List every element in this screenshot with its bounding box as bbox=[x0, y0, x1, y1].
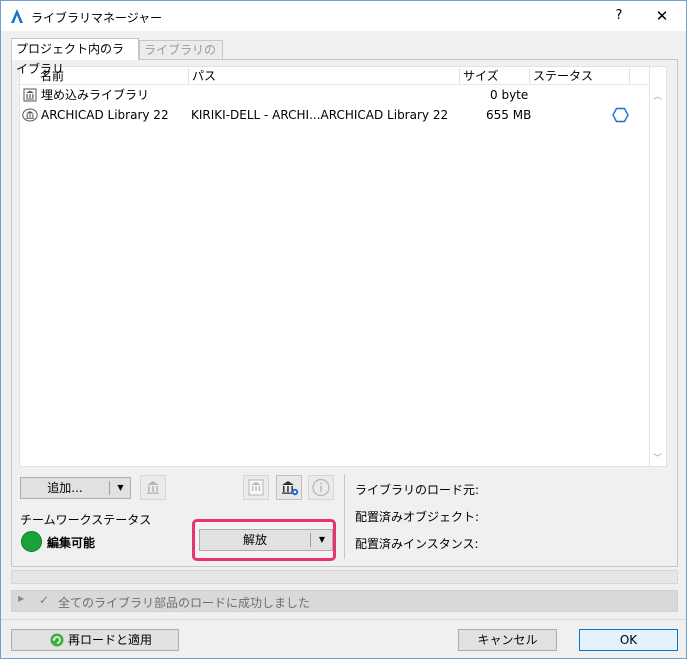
reload-icon bbox=[50, 633, 64, 647]
add-dropdown-arrow-icon[interactable]: ▼ bbox=[111, 478, 130, 498]
release-button[interactable]: 解放 ▼ bbox=[199, 529, 333, 551]
hexagon-status-icon bbox=[612, 107, 629, 123]
teamwork-status-label: チームワークステータス bbox=[20, 513, 152, 527]
scroll-up-icon[interactable]: ︿ bbox=[653, 89, 662, 102]
embedded-library-button[interactable] bbox=[243, 475, 269, 500]
status-text: 編集可能 bbox=[47, 536, 96, 550]
placed-objects-label: 配置済みオブジェクト: bbox=[355, 510, 480, 524]
scroll-down-icon[interactable]: ﹀ bbox=[653, 451, 662, 464]
placed-instances-label: 配置済みインスタンス: bbox=[355, 537, 479, 551]
split-divider bbox=[310, 533, 311, 547]
help-button[interactable]: ? bbox=[606, 5, 632, 27]
library-name: 埋め込みライブラリ bbox=[41, 88, 150, 102]
release-button-label: 解放 bbox=[242, 533, 267, 547]
window-title: ライブラリマネージャー bbox=[31, 11, 163, 25]
message-bar[interactable]: ▶ ✓ 全てのライブラリ部品のロードに成功しました bbox=[11, 590, 678, 612]
library-manager-window: ライブラリマネージャー ? ✕ プロジェクト内のライブラリ ライブラリの内容 名… bbox=[0, 0, 687, 659]
add-button[interactable]: 追加... ▼ bbox=[20, 477, 131, 499]
library-name: ARCHICAD Library 22 bbox=[41, 108, 169, 122]
ok-button[interactable]: OK bbox=[579, 629, 678, 651]
list-scrollbar[interactable]: ︿ ﹀ bbox=[650, 66, 667, 467]
check-icon: ✓ bbox=[39, 593, 50, 607]
list-item[interactable]: ARCHICAD Library 22 KIRIKI-DELL - ARCHI.… bbox=[20, 105, 650, 125]
embedded-library-icon bbox=[23, 88, 37, 102]
list-header: 名前 パス サイズ ステータス bbox=[20, 67, 650, 85]
list-item[interactable]: 埋め込みライブラリ 0 byte bbox=[20, 85, 650, 105]
library-path: KIRIKI-DELL - ARCHI...ARCHICAD Library 2… bbox=[191, 108, 449, 122]
library-size: 655 MB bbox=[486, 108, 532, 122]
library-gear-icon bbox=[282, 481, 299, 496]
library-size: 0 byte bbox=[490, 88, 529, 102]
library-icon bbox=[22, 108, 38, 122]
reload-apply-label: 再ロードと適用 bbox=[68, 633, 153, 647]
column-header-path[interactable]: パス bbox=[189, 68, 460, 85]
vertical-separator bbox=[344, 474, 345, 559]
add-button-label: 追加... bbox=[47, 481, 83, 495]
progress-bar bbox=[11, 570, 678, 584]
close-button[interactable]: ✕ bbox=[647, 5, 677, 27]
library-list[interactable]: 名前 パス サイズ ステータス 埋め込みライブラリ 0 byte bbox=[19, 66, 650, 467]
release-dropdown-arrow-icon[interactable]: ▼ bbox=[312, 530, 332, 550]
column-header-size[interactable]: サイズ bbox=[460, 68, 530, 85]
split-divider bbox=[109, 481, 110, 495]
info-button[interactable] bbox=[308, 475, 334, 500]
title-bar: ライブラリマネージャー ? ✕ bbox=[1, 1, 686, 31]
cancel-button[interactable]: キャンセル bbox=[458, 629, 557, 651]
remove-library-button[interactable] bbox=[140, 475, 166, 500]
embedded-library-icon bbox=[248, 479, 264, 496]
tab-library-contents[interactable]: ライブラリの内容 bbox=[139, 40, 223, 75]
message-text: 全てのライブラリ部品のロードに成功しました bbox=[58, 596, 311, 610]
footer-divider bbox=[1, 619, 686, 620]
expand-arrow-icon[interactable]: ▶ bbox=[18, 594, 24, 603]
library-remove-icon bbox=[147, 481, 159, 494]
reload-apply-button[interactable]: 再ロードと適用 bbox=[11, 629, 179, 651]
tab-project-libraries[interactable]: プロジェクト内のライブラリ bbox=[11, 38, 139, 76]
library-settings-button[interactable] bbox=[276, 475, 302, 500]
archicad-app-icon bbox=[11, 9, 23, 23]
info-icon bbox=[312, 478, 330, 497]
column-header-status[interactable]: ステータス bbox=[530, 68, 630, 85]
status-indicator-icon bbox=[21, 531, 42, 552]
load-source-label: ライブラリのロード元: bbox=[355, 483, 480, 497]
